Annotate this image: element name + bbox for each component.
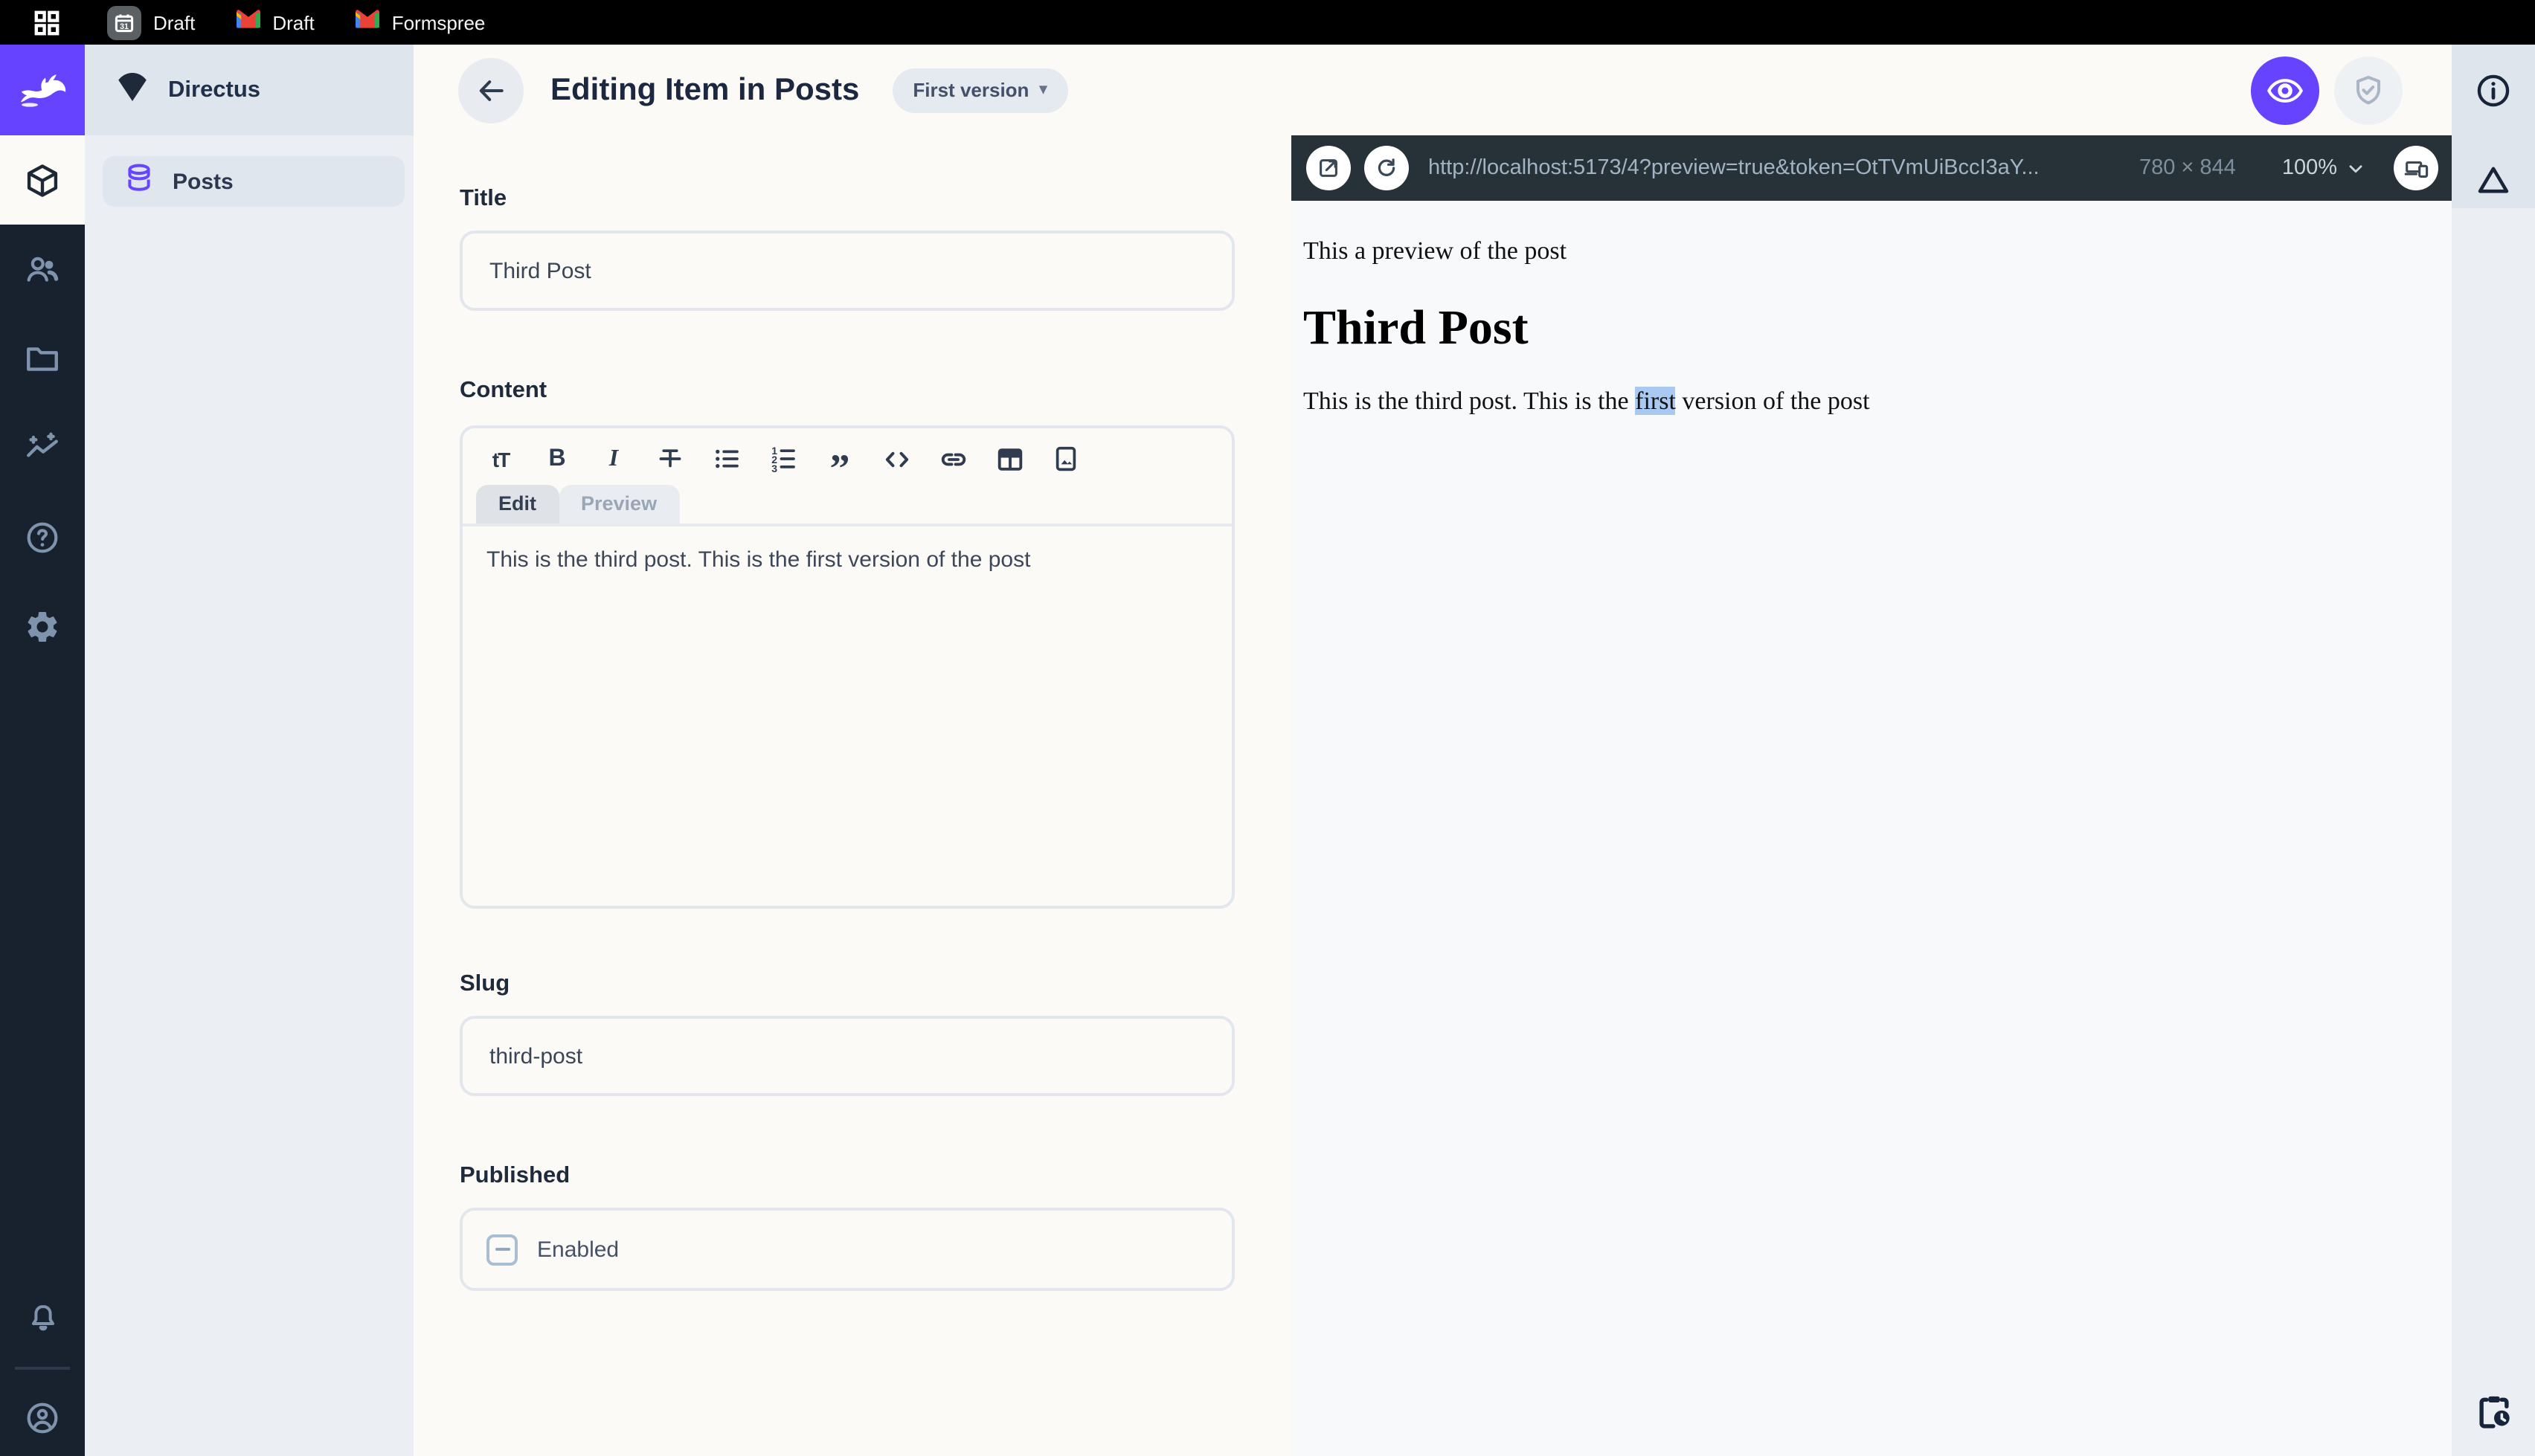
live-preview-panel: http://localhost:5173/4?preview=true&tok… xyxy=(1291,135,2452,1456)
page-title: Editing Item in Posts xyxy=(550,72,860,106)
module-help[interactable] xyxy=(0,492,85,582)
app-window: 31 Draft Draft Formspree Directus Posts … xyxy=(0,0,2535,1456)
svg-text:3: 3 xyxy=(771,463,777,474)
sidebar-button-group xyxy=(2452,45,2535,208)
main-area: Editing Item in Posts First version ▾ Ti… xyxy=(414,45,2452,1456)
project-name: Directus xyxy=(168,77,261,102)
link-icon[interactable] xyxy=(936,442,970,476)
numbered-list-icon[interactable]: 123 xyxy=(766,442,800,476)
clipboard-clock-icon xyxy=(2478,1395,2509,1428)
module-settings[interactable] xyxy=(0,582,85,671)
version-label: First version xyxy=(913,79,1029,101)
bulleted-list-icon[interactable] xyxy=(710,442,744,476)
navigation-sidebar: Directus Posts xyxy=(85,45,414,1456)
indeterminate-checkbox-icon[interactable] xyxy=(486,1234,518,1265)
zoom-select[interactable]: 100% xyxy=(2282,156,2365,180)
sidebar-item-posts[interactable]: Posts xyxy=(103,156,405,207)
selected-text: first xyxy=(1635,387,1676,415)
gmail-icon xyxy=(237,9,261,36)
calendar-icon: 31 xyxy=(107,5,141,39)
svg-text:31: 31 xyxy=(120,22,129,30)
tab-preview[interactable]: Preview xyxy=(559,485,680,524)
markdown-editor: tT B I 123 ” Edit Preview This is the th… xyxy=(460,425,1235,909)
browser-tab-formspree[interactable]: Formspree xyxy=(356,9,486,36)
content-field-label: Content xyxy=(460,378,547,403)
bold-icon[interactable]: B xyxy=(540,442,574,476)
tab-edit[interactable]: Edit xyxy=(476,485,559,524)
project-header[interactable]: Directus xyxy=(85,45,414,135)
preview-toolbar: http://localhost:5173/4?preview=true&tok… xyxy=(1291,135,2452,201)
notifications-bell-icon[interactable] xyxy=(0,1281,85,1358)
module-content[interactable] xyxy=(0,135,85,225)
tab-label: Draft xyxy=(272,11,315,33)
published-field-label: Published xyxy=(460,1163,571,1188)
browser-tab-draft-calendar[interactable]: 31 Draft xyxy=(107,5,195,39)
module-bar-divider xyxy=(15,1367,70,1370)
published-toggle-field: Enabled xyxy=(460,1208,1235,1291)
info-icon xyxy=(2477,75,2510,107)
refresh-button[interactable] xyxy=(1364,146,1409,190)
title-field-label: Title xyxy=(460,186,507,211)
slug-input[interactable] xyxy=(460,1016,1235,1096)
editor-toolbar: tT B I 123 ” xyxy=(463,428,1232,488)
slug-field-label: Slug xyxy=(460,971,510,996)
blockquote-icon[interactable]: ” xyxy=(823,442,857,488)
heading-icon[interactable]: tT xyxy=(483,442,518,476)
version-dropdown[interactable]: First version ▾ xyxy=(892,68,1068,112)
responsive-devices-button[interactable] xyxy=(2394,146,2438,190)
sidebar-item-label: Posts xyxy=(173,169,234,194)
checkbox-label: Enabled xyxy=(537,1237,620,1262)
live-preview-eye-button[interactable] xyxy=(2251,56,2319,124)
tab-label: Draft xyxy=(153,11,196,33)
module-files[interactable] xyxy=(0,314,85,403)
gmail-icon xyxy=(356,9,380,36)
right-sidebar xyxy=(2452,45,2535,1456)
caret-down-icon: ▾ xyxy=(1039,82,1047,98)
tab-label: Formspree xyxy=(391,11,486,33)
revisions-clipboard-clock-button[interactable] xyxy=(2452,1367,2535,1456)
preview-dimensions: 780 × 844 xyxy=(2139,156,2236,180)
collection-list: Posts xyxy=(85,135,414,207)
module-bar-spacer xyxy=(0,671,85,1281)
module-users[interactable] xyxy=(0,225,85,314)
zoom-value: 100% xyxy=(2281,156,2337,180)
page-header: Editing Item in Posts First version ▾ xyxy=(414,45,2452,135)
item-edit-form: Title Content tT B I xyxy=(414,135,1291,1456)
table-icon[interactable] xyxy=(992,442,1026,476)
preview-post-body: This is the third post. This is the firs… xyxy=(1303,387,1870,415)
user-avatar-icon[interactable] xyxy=(0,1379,85,1456)
triangle-icon xyxy=(2478,167,2509,193)
code-icon[interactable] xyxy=(879,442,913,476)
chevron-down-icon xyxy=(2349,164,2362,173)
preview-iframe: This a preview of the post Third Post Th… xyxy=(1291,201,2452,1456)
module-bar xyxy=(0,45,85,1456)
title-input[interactable] xyxy=(460,231,1235,311)
preview-intro-text: This a preview of the post xyxy=(1303,236,1567,265)
content-textarea[interactable]: This is the third post. This is the firs… xyxy=(463,526,1232,593)
database-icon xyxy=(123,162,155,201)
project-logo-icon xyxy=(115,70,150,110)
image-icon[interactable] xyxy=(1049,442,1083,476)
preview-post-heading: Third Post xyxy=(1303,302,1529,355)
shield-check-button[interactable] xyxy=(2334,56,2403,124)
preview-url[interactable]: http://localhost:5173/4?preview=true&tok… xyxy=(1428,156,2111,180)
triangle-button[interactable] xyxy=(2464,151,2523,208)
module-insights[interactable] xyxy=(0,403,85,492)
browser-tab-draft-gmail[interactable]: Draft xyxy=(237,9,315,36)
back-button[interactable] xyxy=(458,57,524,123)
italic-icon[interactable]: I xyxy=(597,442,631,476)
tab-grid-icon[interactable] xyxy=(24,0,68,45)
strikethrough-icon[interactable] xyxy=(653,442,687,476)
open-in-new-window-button[interactable] xyxy=(1306,146,1351,190)
browser-tab-bar: 31 Draft Draft Formspree xyxy=(0,0,2535,45)
directus-logo[interactable] xyxy=(0,45,85,135)
info-button[interactable] xyxy=(2464,62,2523,120)
